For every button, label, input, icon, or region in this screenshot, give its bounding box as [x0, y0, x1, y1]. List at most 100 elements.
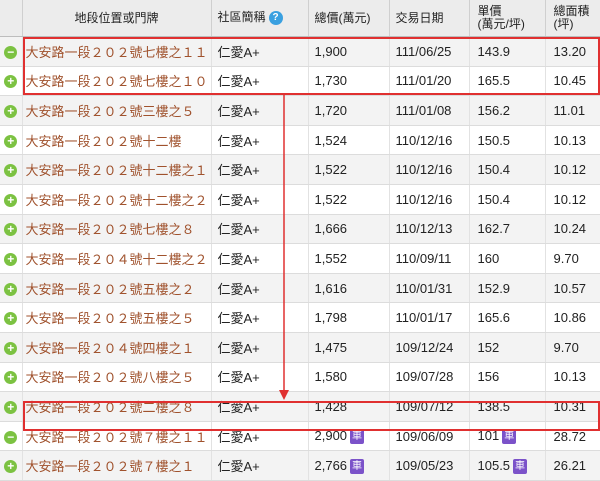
- unit-price-cell: 152: [469, 332, 546, 363]
- collapse-icon[interactable]: −: [4, 430, 18, 444]
- unit-price-cell: 156.2: [469, 95, 546, 126]
- address-cell[interactable]: 大安路一段２０２號七樓之１１: [22, 36, 212, 67]
- expand-icon[interactable]: +: [4, 252, 18, 266]
- expand-cell[interactable]: +: [0, 154, 23, 185]
- expand-icon[interactable]: +: [4, 400, 18, 414]
- expand-cell[interactable]: −: [0, 421, 23, 452]
- expand-icon[interactable]: +: [4, 193, 18, 207]
- address-cell[interactable]: 大安路一段２０４號四樓之１: [22, 332, 212, 363]
- table-row[interactable]: + 大安路一段２０２號五樓之５ 仁愛A+ 1,798 110/01/17 165.6 10.…: [0, 302, 600, 333]
- address-cell[interactable]: 大安路一段２０４號十二樓之２: [22, 243, 212, 274]
- table-row[interactable]: + 大安路一段２０２號二樓之８ 仁愛A+ 1,428 109/07/12 138.5 10.…: [0, 391, 600, 422]
- help-icon[interactable]: ?: [268, 11, 283, 25]
- expand-cell[interactable]: +: [0, 302, 23, 333]
- table-row[interactable]: + 大安路一段２０４號十二樓之２ 仁愛A+ 1,552 110/09/11 160 9.70: [0, 243, 600, 274]
- area-cell: 10.45: [545, 66, 600, 97]
- total-price-cell: 1,522: [308, 184, 390, 215]
- total-price-cell: 1,666: [308, 214, 390, 245]
- community-cell: 仁愛A+: [211, 154, 309, 185]
- date-cell: 110/01/31: [389, 273, 470, 304]
- header-address[interactable]: 地段位置或門牌: [22, 0, 212, 37]
- date-cell: 111/06/25: [389, 36, 470, 67]
- expand-cell[interactable]: +: [0, 450, 23, 481]
- date-cell: 109/06/09: [389, 421, 470, 452]
- expand-icon[interactable]: +: [4, 282, 18, 296]
- area-cell: 10.86: [545, 302, 600, 333]
- total-price-value: 1,666: [314, 221, 348, 237]
- expand-icon[interactable]: +: [4, 341, 18, 355]
- table-row[interactable]: + 大安路一段２０２號十二樓 仁愛A+ 1,524 110/12/16 150.5 10.1…: [0, 125, 600, 156]
- expand-cell[interactable]: +: [0, 66, 23, 97]
- unit-price-value: 150.5: [477, 132, 511, 148]
- expand-cell[interactable]: +: [0, 214, 23, 245]
- date-cell: 110/12/16: [389, 184, 470, 215]
- total-price-cell: 1,798: [308, 302, 390, 333]
- address-cell[interactable]: 大安路一段２０２號７樓之１: [22, 450, 212, 481]
- expand-icon[interactable]: +: [4, 134, 18, 148]
- total-price-cell: 1,900: [308, 36, 390, 67]
- transaction-table: 地段位置或門牌 社區簡稱? 總價(萬元) 交易日期 單價 (萬元/坪) 總面積 …: [0, 0, 600, 481]
- header-unit-price[interactable]: 單價 (萬元/坪): [469, 0, 546, 37]
- expand-cell[interactable]: +: [0, 362, 23, 393]
- total-price-value: 1,580: [314, 369, 348, 385]
- address-cell[interactable]: 大安路一段２０２號７樓之１１: [22, 421, 212, 452]
- total-price-cell: 1,580: [308, 362, 390, 393]
- expand-icon[interactable]: +: [4, 164, 18, 178]
- parking-icon[interactable]: 車: [350, 458, 365, 474]
- parking-icon[interactable]: 車: [350, 429, 365, 445]
- address-cell[interactable]: 大安路一段２０２號十二樓: [22, 125, 212, 156]
- address-cell[interactable]: 大安路一段２０２號十二樓之２: [22, 184, 212, 215]
- total-price-cell: 2,766 車: [308, 450, 390, 481]
- table-row[interactable]: + 大安路一段２０２號十二樓之１ 仁愛A+ 1,522 110/12/16 150.4 10…: [0, 154, 600, 185]
- address-cell[interactable]: 大安路一段２０２號七樓之１０: [22, 66, 212, 97]
- total-price-cell: 1,552: [308, 243, 390, 274]
- expand-cell[interactable]: +: [0, 125, 23, 156]
- header-date[interactable]: 交易日期: [389, 0, 470, 37]
- expand-cell[interactable]: +: [0, 332, 23, 363]
- expand-icon[interactable]: +: [4, 371, 18, 385]
- table-row[interactable]: + 大安路一段２０２號八樓之５ 仁愛A+ 1,580 109/07/28 156 10.13: [0, 362, 600, 393]
- address-cell[interactable]: 大安路一段２０２號五樓之２: [22, 273, 212, 304]
- expand-cell[interactable]: −: [0, 36, 23, 67]
- expand-icon[interactable]: +: [4, 460, 18, 474]
- address-cell[interactable]: 大安路一段２０２號五樓之５: [22, 302, 212, 333]
- table-row[interactable]: + 大安路一段２０４號四樓之１ 仁愛A+ 1,475 109/12/24 152 9.70: [0, 332, 600, 363]
- expand-icon[interactable]: +: [4, 223, 18, 237]
- address-cell[interactable]: 大安路一段２０２號二樓之８: [22, 391, 212, 422]
- parking-icon[interactable]: 車: [502, 429, 517, 445]
- total-price-value: 2,766: [314, 457, 348, 473]
- expand-cell[interactable]: +: [0, 243, 23, 274]
- parking-icon[interactable]: 車: [513, 458, 528, 474]
- area-cell: 11.01: [545, 95, 600, 126]
- community-cell: 仁愛A+: [211, 450, 309, 481]
- address-cell[interactable]: 大安路一段２０２號三樓之５: [22, 95, 212, 126]
- expand-icon[interactable]: +: [4, 105, 18, 119]
- date-cell: 109/07/12: [389, 391, 470, 422]
- header-total-price[interactable]: 總價(萬元): [308, 0, 390, 37]
- table-row[interactable]: + 大安路一段２０２號十二樓之２ 仁愛A+ 1,522 110/12/16 150.4 10…: [0, 184, 600, 215]
- table-row[interactable]: + 大安路一段２０２號７樓之１ 仁愛A+ 2,766 車 109/05/23 105.5 車 2…: [0, 450, 600, 481]
- table-row[interactable]: − 大安路一段２０２號７樓之１１ 仁愛A+ 2,900 車 109/06/09 101 車 28…: [0, 421, 600, 452]
- address-cell[interactable]: 大安路一段２０２號七樓之８: [22, 214, 212, 245]
- table-row[interactable]: − 大安路一段２０２號七樓之１１ 仁愛A+ 1,900 111/06/25 143.9 13…: [0, 36, 600, 67]
- table-row[interactable]: + 大安路一段２０２號三樓之５ 仁愛A+ 1,720 111/01/08 156.2 11.…: [0, 95, 600, 126]
- expand-icon[interactable]: +: [4, 312, 18, 326]
- total-price-value: 1,552: [314, 250, 348, 266]
- expand-cell[interactable]: +: [0, 391, 23, 422]
- expand-cell[interactable]: +: [0, 184, 23, 215]
- header-area[interactable]: 總面積 (坪): [545, 0, 600, 37]
- collapse-icon[interactable]: −: [4, 45, 18, 59]
- total-price-cell: 1,720: [308, 95, 390, 126]
- table-row[interactable]: + 大安路一段２０２號五樓之２ 仁愛A+ 1,616 110/01/31 152.9 10.…: [0, 273, 600, 304]
- unit-price-cell: 165.6: [469, 302, 546, 333]
- date-cell: 109/05/23: [389, 450, 470, 481]
- address-cell[interactable]: 大安路一段２０２號八樓之５: [22, 362, 212, 393]
- expand-cell[interactable]: +: [0, 95, 23, 126]
- table-row[interactable]: + 大安路一段２０２號七樓之８ 仁愛A+ 1,666 110/12/13 162.7 10.…: [0, 214, 600, 245]
- header-community[interactable]: 社區簡稱?: [211, 0, 309, 37]
- total-price-value: 1,428: [314, 398, 348, 414]
- table-row[interactable]: + 大安路一段２０２號七樓之１０ 仁愛A+ 1,730 111/01/20 165.5 10…: [0, 66, 600, 97]
- expand-icon[interactable]: +: [4, 75, 18, 89]
- address-cell[interactable]: 大安路一段２０２號十二樓之１: [22, 154, 212, 185]
- expand-cell[interactable]: +: [0, 273, 23, 304]
